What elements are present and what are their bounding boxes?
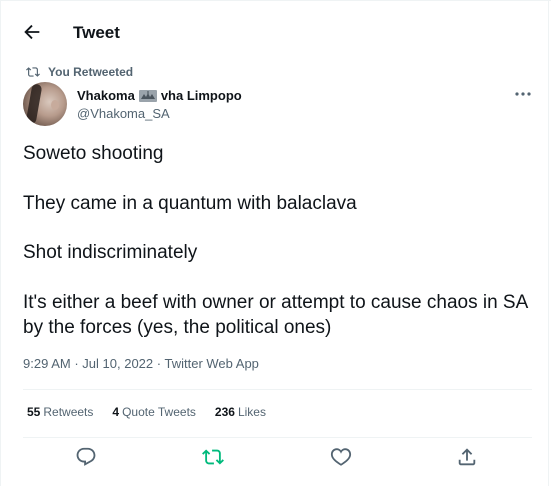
flag-emoji-icon [138, 89, 157, 102]
divider [23, 437, 532, 438]
tweet-time[interactable]: 9:29 AM [23, 356, 71, 371]
divider [23, 389, 532, 390]
tweet-paragraph: They came in a quantum with balaclava [23, 192, 357, 214]
retweets-stat[interactable]: 55 Retweets [27, 405, 93, 419]
page-header: Tweet [1, 14, 550, 54]
quotes-count: 4 [112, 405, 120, 419]
author-name-part2: vha Limpopo [160, 88, 242, 103]
tweet-paragraph: It's either a beef with owner or attempt… [23, 291, 528, 338]
quote-tweets-stat[interactable]: 4 Quote Tweets [112, 405, 196, 419]
reply-icon[interactable] [75, 446, 97, 468]
tweet-source[interactable]: Twitter Web App [165, 356, 259, 371]
likes-count: 236 [214, 405, 235, 419]
more-horizontal-icon[interactable] [513, 88, 533, 100]
avatar[interactable] [23, 82, 67, 126]
arrow-left-icon[interactable] [21, 21, 43, 43]
meta-separator: · [74, 356, 79, 371]
author-name-part1: Vhakoma [77, 88, 135, 103]
retweets-count: 55 [27, 405, 41, 419]
tweet-metadata: 9:29 AM · Jul 10, 2022 · Twitter Web App [23, 356, 259, 371]
author-info[interactable]: Vhakoma vha Limpopo @Vhakoma_SA [77, 88, 242, 121]
tweet-text: Soweto shooting They came in a quantum w… [23, 142, 538, 340]
action-bar [1, 446, 550, 472]
page-title: Tweet [73, 23, 120, 42]
likes-stat[interactable]: 236 Likes [215, 405, 266, 419]
retweet-banner-text: You Retweeted [48, 65, 134, 79]
share-icon[interactable] [456, 446, 478, 468]
author-name[interactable]: Vhakoma vha Limpopo [77, 88, 242, 103]
author-handle[interactable]: @Vhakoma_SA [77, 106, 242, 121]
tweet-paragraph: Soweto shooting [23, 143, 164, 164]
retweet-banner: You Retweeted [26, 64, 133, 80]
meta-separator: · [156, 356, 162, 371]
retweet-icon[interactable] [202, 446, 224, 468]
tweet-paragraph: Shot indiscriminately [23, 242, 198, 264]
retweet-icon [26, 67, 40, 77]
tweet-date[interactable]: Jul 10, 2022 [82, 356, 153, 371]
likes-label: Likes [237, 405, 266, 419]
engagement-stats: 55 Retweets 4 Quote Tweets 236 Likes [27, 405, 266, 419]
retweets-label: Retweets [43, 405, 94, 419]
tweet-page: Tweet You Retweeted Vhakoma vha Limpopo … [0, 0, 551, 486]
quotes-label: Quote Tweets [122, 405, 196, 419]
heart-icon[interactable] [330, 446, 352, 468]
top-border [1, 0, 551, 1]
